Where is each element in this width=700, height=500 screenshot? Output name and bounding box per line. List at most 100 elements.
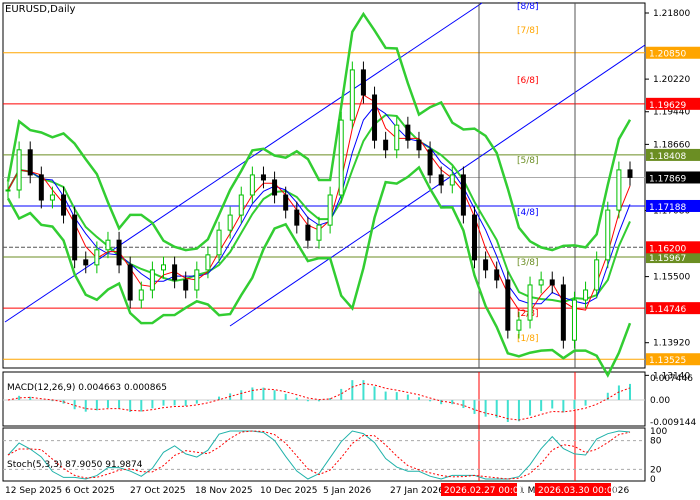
candle-body — [483, 259, 489, 271]
x-tick-label: 6 Oct 2025 — [65, 486, 115, 496]
stoch-tick-label: 80 — [650, 437, 662, 447]
price-tag-text: 1.19629 — [649, 101, 686, 111]
candle-body — [127, 264, 133, 301]
macd-tick-label: 0.00 — [650, 396, 670, 406]
candle-body — [260, 174, 266, 181]
candle-body — [5, 189, 11, 192]
price-panel-frame — [2, 2, 646, 369]
murrey-label: [8/8] — [517, 2, 539, 12]
x-tick-label: 18 Nov 2025 — [195, 486, 253, 496]
candle-body — [205, 254, 211, 271]
channel-line-upper — [229, 44, 646, 327]
candle-body — [61, 194, 67, 216]
murrey-label: [1/8] — [517, 334, 539, 344]
price-tag-text: 1.17188 — [649, 203, 686, 213]
candle-body — [16, 149, 22, 191]
murrey-label: [4/8] — [517, 208, 539, 218]
y-tick-label: 1.13920 — [653, 339, 690, 349]
candle-body — [305, 224, 311, 241]
candle-body — [394, 124, 400, 151]
candle-body — [449, 174, 455, 186]
candle-body — [438, 174, 444, 186]
candle-body — [583, 289, 589, 301]
candle-body — [227, 214, 233, 231]
stoch-main — [7, 430, 631, 480]
murrey-label: [3/8] — [517, 258, 539, 268]
candle-body — [294, 209, 300, 226]
candle-body — [538, 279, 544, 286]
murrey-label: [5/8] — [517, 156, 539, 166]
candle-body — [494, 269, 500, 281]
candle-body — [560, 284, 566, 341]
candle-body — [505, 279, 511, 331]
x-tick-label: 10 Dec 2025 — [260, 486, 318, 496]
cursor-date-text: 2026.03.30 00:00 — [538, 486, 619, 496]
candle-body — [316, 224, 322, 241]
candle-body — [360, 69, 366, 96]
ma-blue — [7, 105, 631, 305]
y-tick-label: 1.15500 — [653, 273, 690, 283]
candle-body — [627, 169, 633, 178]
murrey-label: [7/8] — [517, 26, 539, 36]
candle-body — [516, 319, 522, 331]
price-tag-text: 1.14746 — [649, 305, 686, 315]
candle-body — [105, 239, 111, 251]
candle-body — [605, 209, 611, 261]
price-tag-text: 1.13525 — [649, 356, 686, 366]
candle-body — [571, 299, 577, 341]
candle-body — [349, 69, 355, 121]
candle-body — [527, 284, 533, 321]
candle-body — [238, 194, 244, 216]
candle-body — [149, 269, 155, 291]
price-tag-text: 1.20850 — [649, 50, 686, 60]
candle-body — [472, 214, 477, 261]
candle-body — [327, 194, 333, 226]
stoch-label: Stoch(5,3,3) 87.9050 91.9874 — [7, 460, 143, 470]
stoch-tick-label: 100 — [650, 427, 667, 437]
candle-body — [338, 119, 344, 196]
candle-body — [194, 269, 200, 291]
candle-body — [427, 149, 433, 176]
candle-body — [249, 174, 255, 196]
candle-body — [38, 174, 44, 201]
macd-label: MACD(12,26,9) 0.004663 0.000865 — [7, 383, 167, 393]
candle-body — [27, 149, 33, 176]
murrey-label: [6/8] — [517, 76, 539, 86]
ma-red — [7, 94, 631, 313]
candle-body — [405, 124, 411, 141]
bollinger-lower — [6, 165, 632, 378]
candle-body — [94, 249, 100, 266]
candle-body — [116, 239, 122, 266]
candle-body — [283, 194, 289, 211]
candle-body — [83, 259, 89, 266]
candle-body — [549, 279, 555, 286]
candle-body — [383, 139, 389, 151]
chart-title: EURUSD,Daily — [5, 4, 76, 15]
price-tag-text: 1.16200 — [649, 244, 686, 254]
candle-body — [616, 169, 622, 211]
candle-body — [272, 179, 278, 196]
y-tick-label: 1.20220 — [653, 75, 690, 85]
price-tag-text: 1.15967 — [649, 254, 686, 264]
candle-body — [183, 279, 189, 291]
stoch-tick-label: 0 — [650, 475, 656, 485]
y-tick-label: 1.21800 — [653, 9, 690, 19]
macd-tick-label: 0.007446 — [650, 374, 693, 384]
price-tag-text: 1.18408 — [649, 152, 686, 162]
candle-body — [138, 289, 144, 301]
price-tag-text: 1.17869 — [649, 174, 686, 184]
candle-body — [172, 264, 178, 281]
candle-body — [161, 264, 166, 271]
cursor-date-text: 2026.02.27 00:00 — [444, 486, 525, 496]
y-tick-label: 1.18660 — [653, 140, 690, 150]
channel-line-lower — [4, 2, 483, 323]
candle-body — [372, 94, 378, 141]
x-tick-label: 27 Jan 2026 — [390, 486, 444, 496]
x-tick-label: 12 Sep 2025 — [5, 486, 62, 496]
x-tick-label: 5 Jan 2026 — [323, 486, 371, 496]
candle-body — [416, 139, 422, 151]
candle-body — [594, 259, 600, 291]
chart-canvas[interactable]: 1.218001.202201.194401.186601.170801.155… — [0, 0, 700, 500]
chart-window[interactable]: 1.218001.202201.194401.186601.170801.155… — [0, 0, 700, 500]
candle-body — [460, 174, 466, 216]
